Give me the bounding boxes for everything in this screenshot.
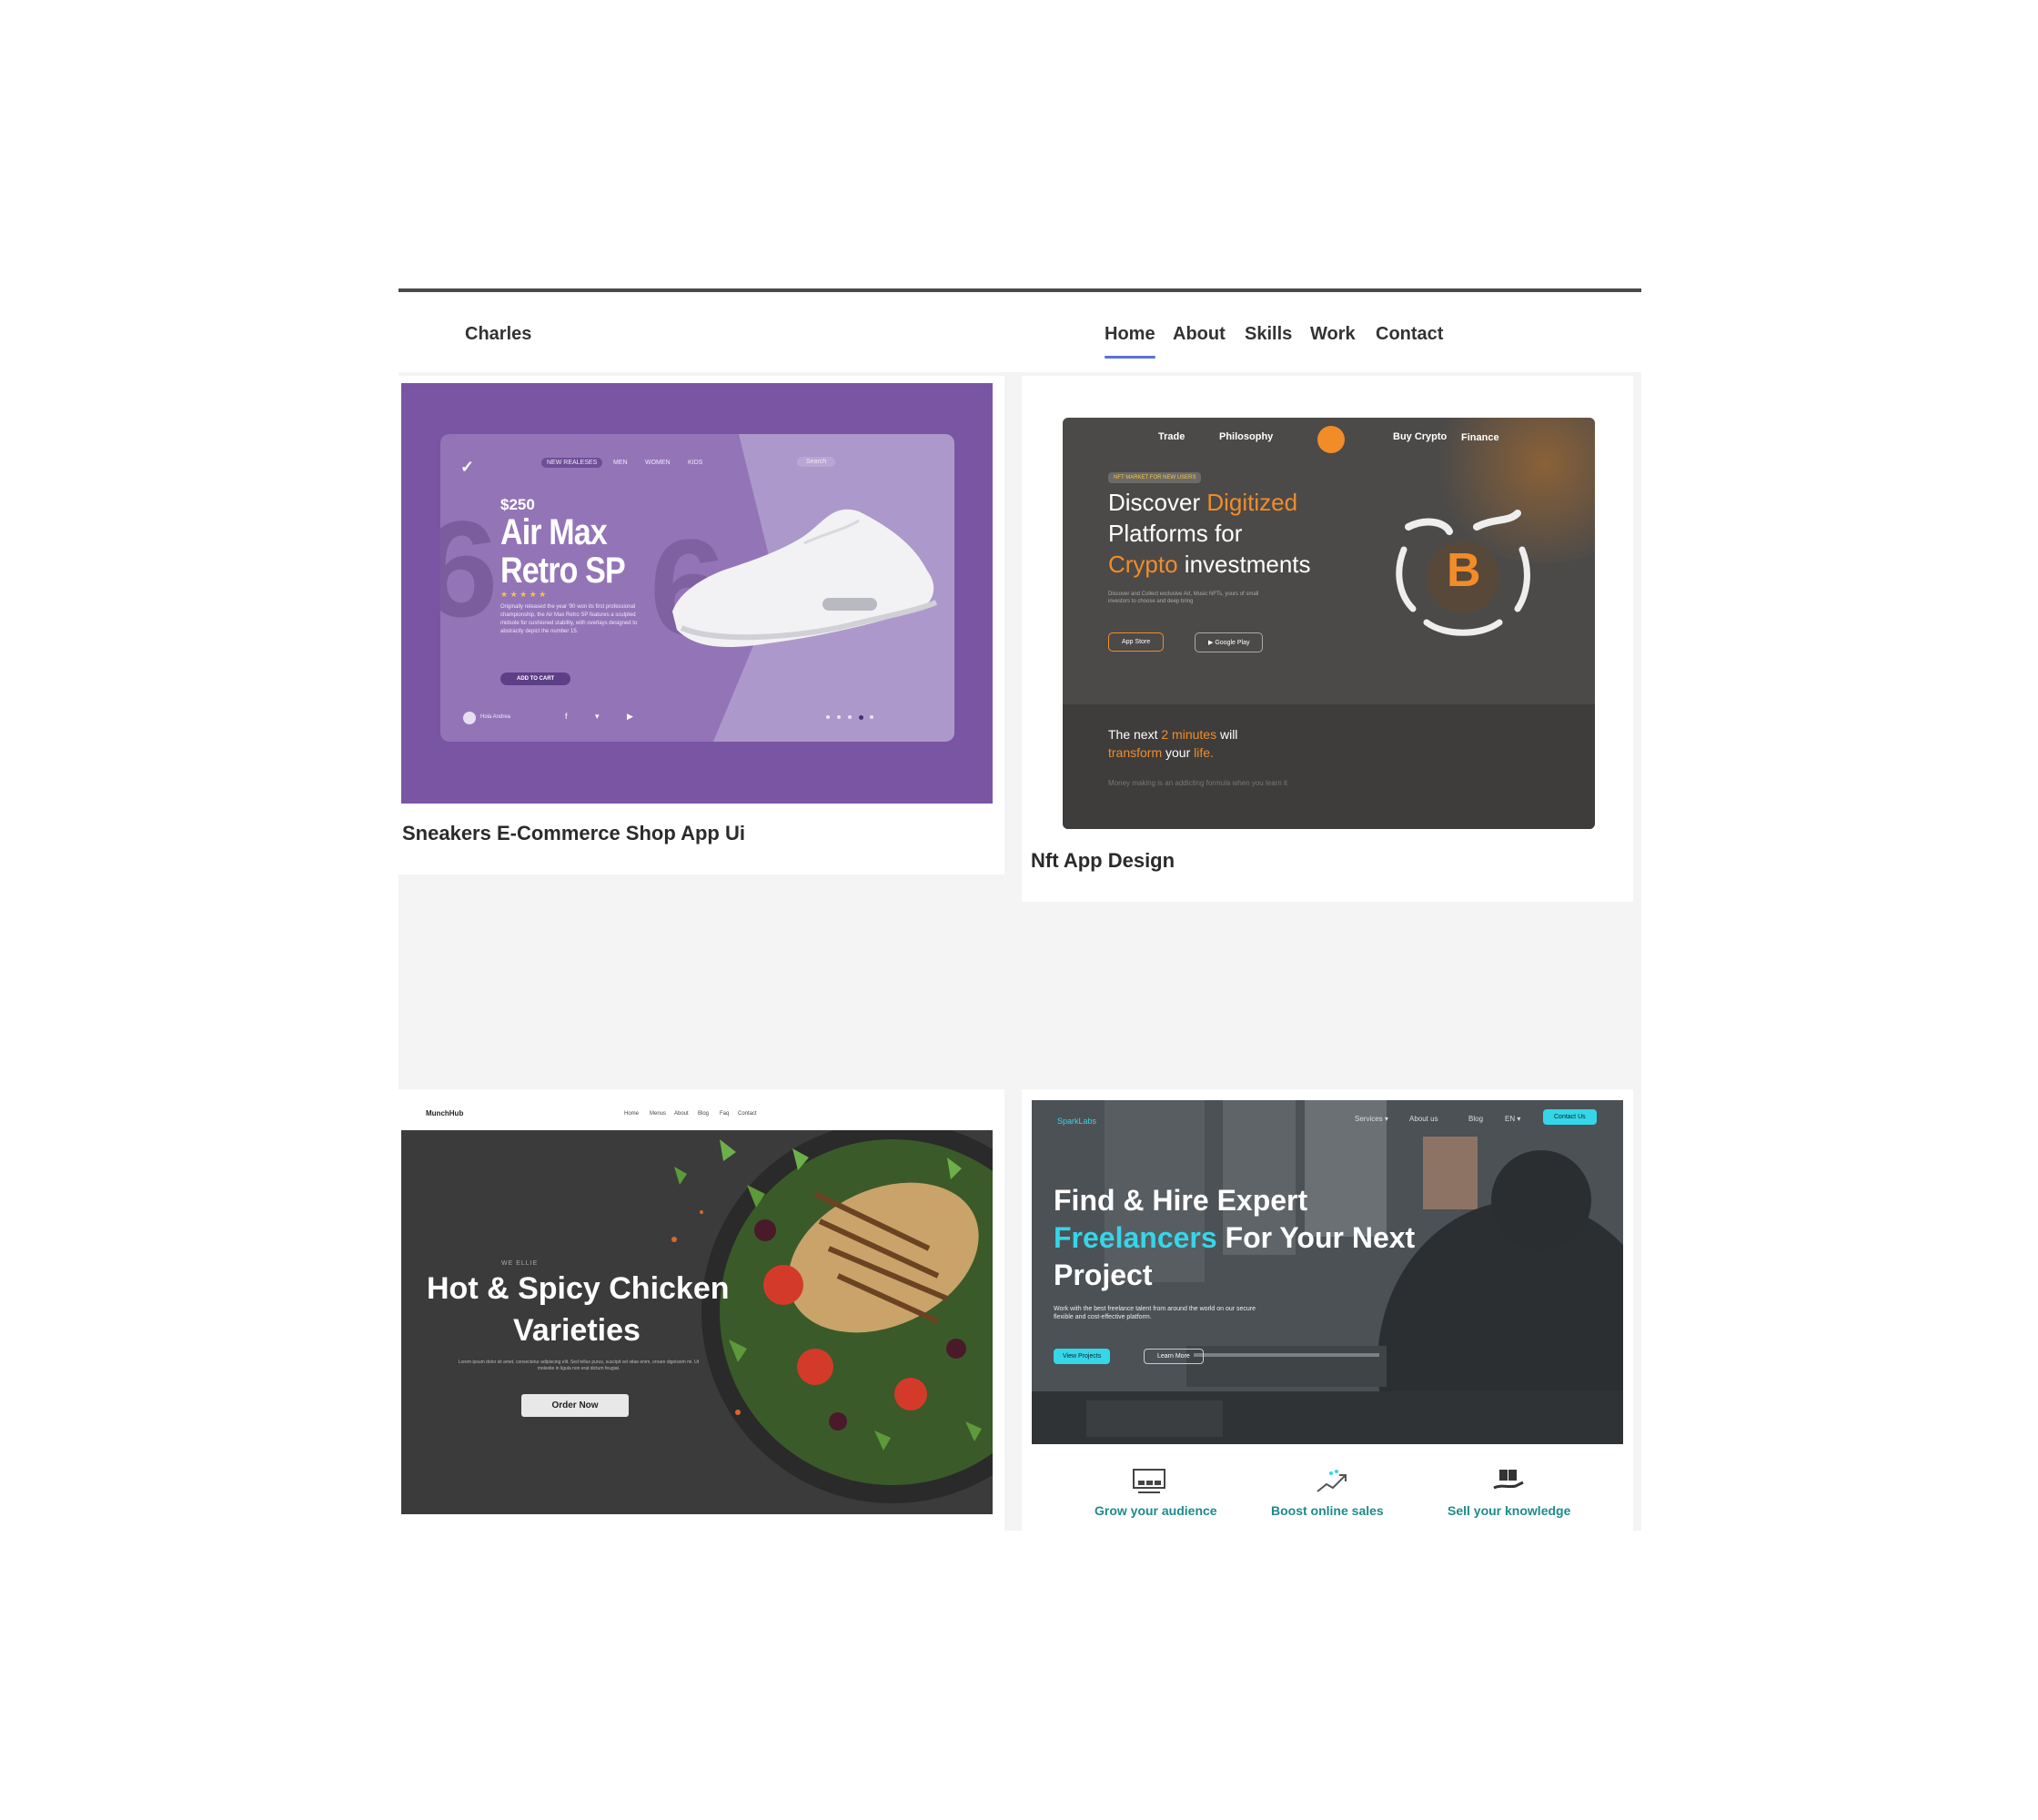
slider-dot bbox=[826, 715, 830, 719]
google-play-badge: ▶ Google Play bbox=[1195, 632, 1264, 652]
preview-body: Originally released the year '90 won its… bbox=[500, 604, 638, 634]
brand-swoosh-icon: ✓ bbox=[460, 458, 475, 476]
facebook-icon: f bbox=[565, 712, 568, 721]
project-title[interactable]: Sneakers E-Commerce Shop App Ui bbox=[402, 822, 745, 845]
preview-nav-item: EN ▾ bbox=[1505, 1115, 1521, 1123]
project-thumbnail[interactable]: SparkLabs Services ▾ About us Blog EN ▾ … bbox=[1032, 1100, 1623, 1444]
preview-lower-heading: transform your life. bbox=[1108, 745, 1214, 760]
preview-nav-item: Home bbox=[624, 1111, 640, 1117]
hero-headline: Find & Hire Expert bbox=[1054, 1184, 1308, 1217]
preview-nav-item: Faq bbox=[720, 1111, 730, 1117]
preview-nav-item: NEW REALESES bbox=[541, 458, 603, 468]
nav-home[interactable]: Home bbox=[1105, 324, 1155, 359]
preview-nav-item: Services ▾ bbox=[1355, 1115, 1388, 1123]
hero-headline: Project bbox=[1054, 1259, 1153, 1291]
youtube-icon: ▶ bbox=[627, 712, 633, 721]
feature-label: Sell your knowledge bbox=[1448, 1503, 1571, 1518]
preview-nav-item: Blog bbox=[1468, 1115, 1484, 1123]
slider-dot bbox=[870, 715, 873, 719]
project-thumbnail[interactable]: Trade Philosophy Buy Crypto Finance NFT … bbox=[1022, 383, 1627, 829]
preview-panel: 6 6 ✓ NEW REALESES MEN WOMEN KIDS Search… bbox=[440, 434, 954, 742]
preview-button: ADD TO CART bbox=[500, 672, 571, 685]
learn-more-button: Learn More bbox=[1144, 1349, 1204, 1364]
preview-nav-item: Menus bbox=[650, 1111, 667, 1117]
project-title[interactable]: Nft App Design bbox=[1031, 849, 1175, 873]
brand-logo[interactable]: Charles bbox=[465, 324, 531, 345]
preview-headline: Crypto investments bbox=[1108, 551, 1311, 578]
logo-circle bbox=[1317, 426, 1345, 453]
preview-brand: SparkLabs bbox=[1057, 1117, 1097, 1126]
nav-about[interactable]: About bbox=[1173, 324, 1226, 345]
preview-price: $250 bbox=[500, 496, 535, 513]
avatar bbox=[463, 712, 476, 724]
portfolio-window: Charles Home About Skills Work Contact 6… bbox=[399, 288, 1641, 1531]
bitcoin-icon: B bbox=[1447, 544, 1481, 597]
preview-nav-item: Blog bbox=[698, 1111, 710, 1117]
preview-headline: Air Max bbox=[500, 512, 608, 552]
preview-nav-item: Trade bbox=[1158, 431, 1185, 442]
preview-lower-heading: The next 2 minutes will bbox=[1108, 727, 1238, 742]
preview-nav-item: Finance bbox=[1461, 432, 1499, 443]
view-projects-button: View Projects bbox=[1054, 1349, 1111, 1364]
preview-nav-item: Philosophy bbox=[1219, 431, 1274, 442]
project-card[interactable]: Trade Philosophy Buy Crypto Finance NFT … bbox=[1022, 376, 1633, 902]
hero-headline: Hot & Spicy Chicken bbox=[427, 1271, 730, 1306]
project-thumbnail[interactable]: 6 6 ✓ NEW REALESES MEN WOMEN KIDS Search… bbox=[401, 383, 993, 804]
twitter-icon: ▾ bbox=[595, 712, 600, 721]
preview-nav-item: Buy Crypto bbox=[1393, 431, 1448, 442]
nav-work[interactable]: Work bbox=[1310, 324, 1356, 345]
hero-eyebrow: WE ELLIE bbox=[501, 1260, 539, 1267]
preview-brand: MunchHub bbox=[426, 1109, 464, 1117]
preview-nav-item: KIDS bbox=[688, 460, 703, 466]
feature-label: Grow your audience bbox=[1095, 1503, 1217, 1518]
hero-banner: WE ELLIE Hot & Spicy Chicken Varieties L… bbox=[401, 1130, 993, 1514]
preview-lower-band bbox=[1063, 704, 1595, 829]
preview-body: Discover and Collect exclusive Art, Musi… bbox=[1108, 592, 1259, 604]
preview-nav-item: Contact bbox=[738, 1111, 757, 1117]
preview-rating: ★ ★ ★ ★ ★ bbox=[500, 590, 547, 599]
slider-dot bbox=[848, 715, 852, 719]
hero-body: Work with the best freelance talent from… bbox=[1054, 1306, 1256, 1320]
hero-headline: Varieties bbox=[513, 1313, 641, 1348]
preview-user: Hola Andrea bbox=[480, 714, 511, 720]
preview-headline: Platforms for bbox=[1108, 520, 1243, 547]
slider-dot bbox=[859, 715, 863, 720]
order-now-button: Order Now bbox=[521, 1394, 629, 1417]
top-nav: Charles Home About Skills Work Contact bbox=[399, 292, 1641, 372]
app-store-badge: App Store bbox=[1108, 632, 1165, 652]
slider-dot bbox=[837, 715, 841, 719]
nav-contact[interactable]: Contact bbox=[1376, 324, 1443, 345]
contact-us-button: Contact Us bbox=[1543, 1109, 1597, 1125]
preview-headline: Retro SP bbox=[500, 551, 626, 591]
preview-lower-body: Money making is an addicting formula whe… bbox=[1108, 779, 1287, 787]
preview-nav-item: About us bbox=[1409, 1115, 1438, 1123]
project-card[interactable]: SparkLabs Services ▾ About us Blog EN ▾ … bbox=[1022, 1089, 1633, 1531]
preview-headline: Discover Digitized bbox=[1108, 489, 1298, 516]
audience-icon bbox=[1133, 1469, 1165, 1493]
preview-nav-item: MEN bbox=[613, 460, 628, 466]
svg-text:6: 6 bbox=[440, 492, 498, 645]
preview-nav-item: About bbox=[674, 1111, 689, 1117]
project-card[interactable]: MunchHub Home Menus About Blog Faq Conta… bbox=[399, 1089, 1004, 1531]
knowledge-hand-icon bbox=[1493, 1470, 1524, 1490]
feature-label: Boost online sales bbox=[1271, 1503, 1384, 1518]
hero-headline: Freelancers For Your Next bbox=[1054, 1221, 1416, 1254]
preview-search: Search bbox=[797, 457, 836, 467]
hero-body: Lorem ipsum dolor sit amet, consectetur … bbox=[458, 1360, 700, 1371]
preview-tag: NFT MARKET FOR NEW USERS bbox=[1108, 472, 1202, 483]
sales-trend-icon bbox=[1317, 1470, 1347, 1492]
project-card[interactable]: 6 6 ✓ NEW REALESES MEN WOMEN KIDS Search… bbox=[399, 376, 1004, 875]
project-thumbnail[interactable]: MunchHub Home Menus About Blog Faq Conta… bbox=[401, 1089, 993, 1514]
preview-nav-item: WOMEN bbox=[645, 460, 671, 466]
nav-skills[interactable]: Skills bbox=[1245, 324, 1292, 345]
preview-panel: Trade Philosophy Buy Crypto Finance NFT … bbox=[1063, 418, 1595, 829]
